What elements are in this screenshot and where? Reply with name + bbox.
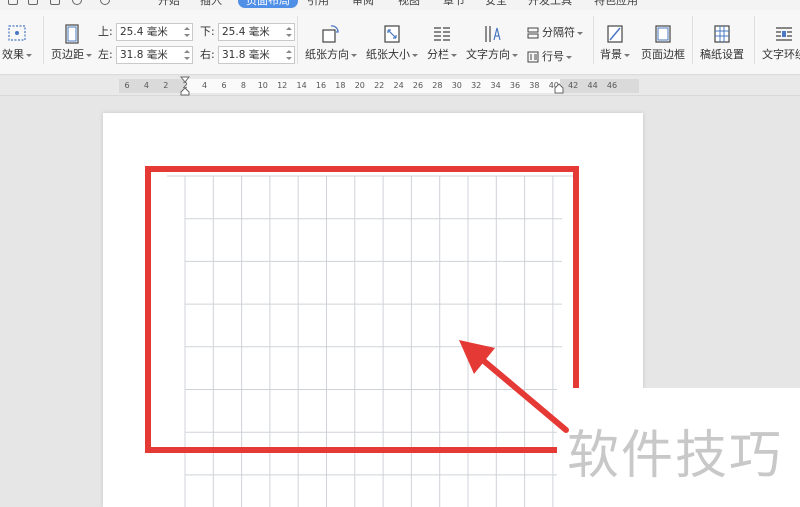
pointer-arrow-shaft	[475, 353, 569, 433]
watermark-text: 软件技巧	[567, 426, 784, 486]
